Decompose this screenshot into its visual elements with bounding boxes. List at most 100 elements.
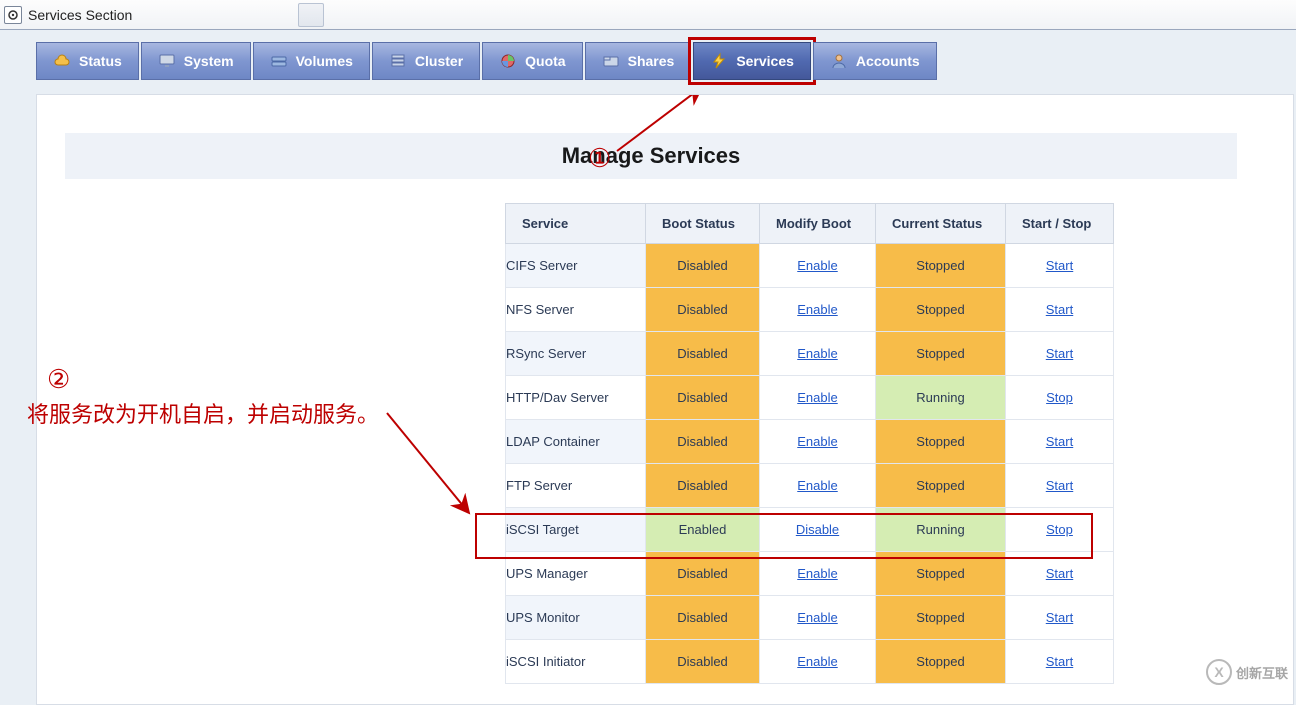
current-status-badge: Stopped — [876, 288, 1005, 331]
current-status-cell: Stopped — [876, 596, 1006, 640]
enable-link[interactable]: Enable — [797, 258, 837, 273]
boot-status-cell: Disabled — [646, 244, 760, 288]
service-name-cell: iSCSI Initiator — [506, 640, 646, 684]
boot-status-badge: Disabled — [646, 288, 759, 331]
enable-link[interactable]: Enable — [797, 390, 837, 405]
title-bar: Services Section — [0, 0, 1296, 30]
start-link[interactable]: Start — [1046, 434, 1073, 449]
start-link[interactable]: Start — [1046, 346, 1073, 361]
col-boot: Boot Status — [646, 204, 760, 244]
service-name-cell: CIFS Server — [506, 244, 646, 288]
nav-tab-label: Volumes — [296, 53, 353, 69]
modify-boot-cell: Enable — [760, 376, 876, 420]
nav-tab-shares[interactable]: Shares — [585, 42, 692, 80]
table-row: UPS MonitorDisabledEnableStoppedStart — [506, 596, 1114, 640]
boot-status-cell: Disabled — [646, 464, 760, 508]
window-title: Services Section — [28, 7, 132, 23]
start-link[interactable]: Start — [1046, 302, 1073, 317]
nav-tab-system[interactable]: System — [141, 42, 251, 80]
main-panel: Manage Services Service Boot Status Modi… — [36, 94, 1294, 705]
start-link[interactable]: Start — [1046, 566, 1073, 581]
start-stop-cell: Start — [1006, 288, 1114, 332]
stop-link[interactable]: Stop — [1046, 522, 1073, 537]
current-status-badge: Stopped — [876, 244, 1005, 287]
current-status-badge: Running — [876, 376, 1005, 419]
modify-boot-cell: Disable — [760, 508, 876, 552]
nav-tab-accounts[interactable]: Accounts — [813, 42, 937, 80]
service-name-cell: iSCSI Target — [506, 508, 646, 552]
service-name-cell: LDAP Container — [506, 420, 646, 464]
current-status-badge: Stopped — [876, 596, 1005, 639]
boot-status-cell: Disabled — [646, 420, 760, 464]
current-status-badge: Stopped — [876, 332, 1005, 375]
boot-status-cell: Disabled — [646, 596, 760, 640]
page-title: Manage Services — [65, 133, 1237, 179]
start-stop-cell: Start — [1006, 332, 1114, 376]
modify-boot-cell: Enable — [760, 552, 876, 596]
bolt-icon — [710, 52, 728, 70]
services-tbody: CIFS ServerDisabledEnableStoppedStartNFS… — [506, 244, 1114, 684]
start-stop-cell: Stop — [1006, 376, 1114, 420]
col-current: Current Status — [876, 204, 1006, 244]
start-link[interactable]: Start — [1046, 610, 1073, 625]
services-table: Service Boot Status Modify Boot Current … — [505, 203, 1114, 684]
enable-link[interactable]: Enable — [797, 346, 837, 361]
current-status-badge: Stopped — [876, 552, 1005, 595]
new-tab-button[interactable] — [298, 3, 324, 27]
current-status-badge: Stopped — [876, 464, 1005, 507]
start-stop-cell: Stop — [1006, 508, 1114, 552]
boot-status-cell: Disabled — [646, 640, 760, 684]
enable-link[interactable]: Enable — [797, 654, 837, 669]
table-row: UPS ManagerDisabledEnableStoppedStart — [506, 552, 1114, 596]
stop-link[interactable]: Stop — [1046, 390, 1073, 405]
modify-boot-cell: Enable — [760, 332, 876, 376]
table-row: FTP ServerDisabledEnableStoppedStart — [506, 464, 1114, 508]
nav-tab-quota[interactable]: Quota — [482, 42, 582, 80]
modify-boot-cell: Enable — [760, 596, 876, 640]
boot-status-badge: Disabled — [646, 552, 759, 595]
service-name-cell: HTTP/Dav Server — [506, 376, 646, 420]
table-row: RSync ServerDisabledEnableStoppedStart — [506, 332, 1114, 376]
start-link[interactable]: Start — [1046, 258, 1073, 273]
start-stop-cell: Start — [1006, 244, 1114, 288]
enable-link[interactable]: Enable — [797, 566, 837, 581]
table-row: CIFS ServerDisabled Enable Stopped Start — [506, 244, 1114, 288]
enable-link[interactable]: Enable — [797, 434, 837, 449]
drive-icon — [270, 52, 288, 70]
nav-tab-cluster[interactable]: Cluster — [372, 42, 480, 80]
current-status-cell: Stopped — [876, 244, 1006, 288]
table-row: iSCSI TargetEnabledDisableRunningStop — [506, 508, 1114, 552]
service-name-cell: RSync Server — [506, 332, 646, 376]
current-status-cell: Stopped — [876, 288, 1006, 332]
current-status-cell: Running — [876, 376, 1006, 420]
boot-status-cell: Disabled — [646, 288, 760, 332]
start-link[interactable]: Start — [1046, 654, 1073, 669]
modify-boot-cell: Enable — [760, 640, 876, 684]
table-row: iSCSI InitiatorDisabledEnableStoppedStar… — [506, 640, 1114, 684]
watermark: X 创新互联 — [1206, 659, 1288, 685]
start-stop-cell: Start — [1006, 552, 1114, 596]
table-row: LDAP ContainerDisabled Enable Stopped Start — [506, 420, 1114, 464]
app-icon — [4, 6, 22, 24]
enable-link[interactable]: Enable — [797, 610, 837, 625]
service-name-cell: NFS Server — [506, 288, 646, 332]
content: StatusSystemVolumesClusterQuotaSharesSer… — [0, 30, 1296, 705]
boot-status-badge: Disabled — [646, 596, 759, 639]
start-stop-cell: Start — [1006, 420, 1114, 464]
start-link[interactable]: Start — [1046, 478, 1073, 493]
nav-tab-label: Status — [79, 53, 122, 69]
col-service: Service — [506, 204, 646, 244]
nav-tab-volumes[interactable]: Volumes — [253, 42, 370, 80]
enable-link[interactable]: Enable — [797, 302, 837, 317]
nav-tab-label: Cluster — [415, 53, 463, 69]
boot-status-cell: Disabled — [646, 552, 760, 596]
start-stop-cell: Start — [1006, 464, 1114, 508]
modify-boot-cell: Enable — [760, 244, 876, 288]
disable-link[interactable]: Disable — [796, 522, 839, 537]
nav-tab-services[interactable]: Services — [693, 42, 811, 80]
enable-link[interactable]: Enable — [797, 478, 837, 493]
nav-tab-label: Quota — [525, 53, 565, 69]
current-status-cell: Stopped — [876, 420, 1006, 464]
nav-tab-status[interactable]: Status — [36, 42, 139, 80]
modify-boot-cell: Enable — [760, 420, 876, 464]
